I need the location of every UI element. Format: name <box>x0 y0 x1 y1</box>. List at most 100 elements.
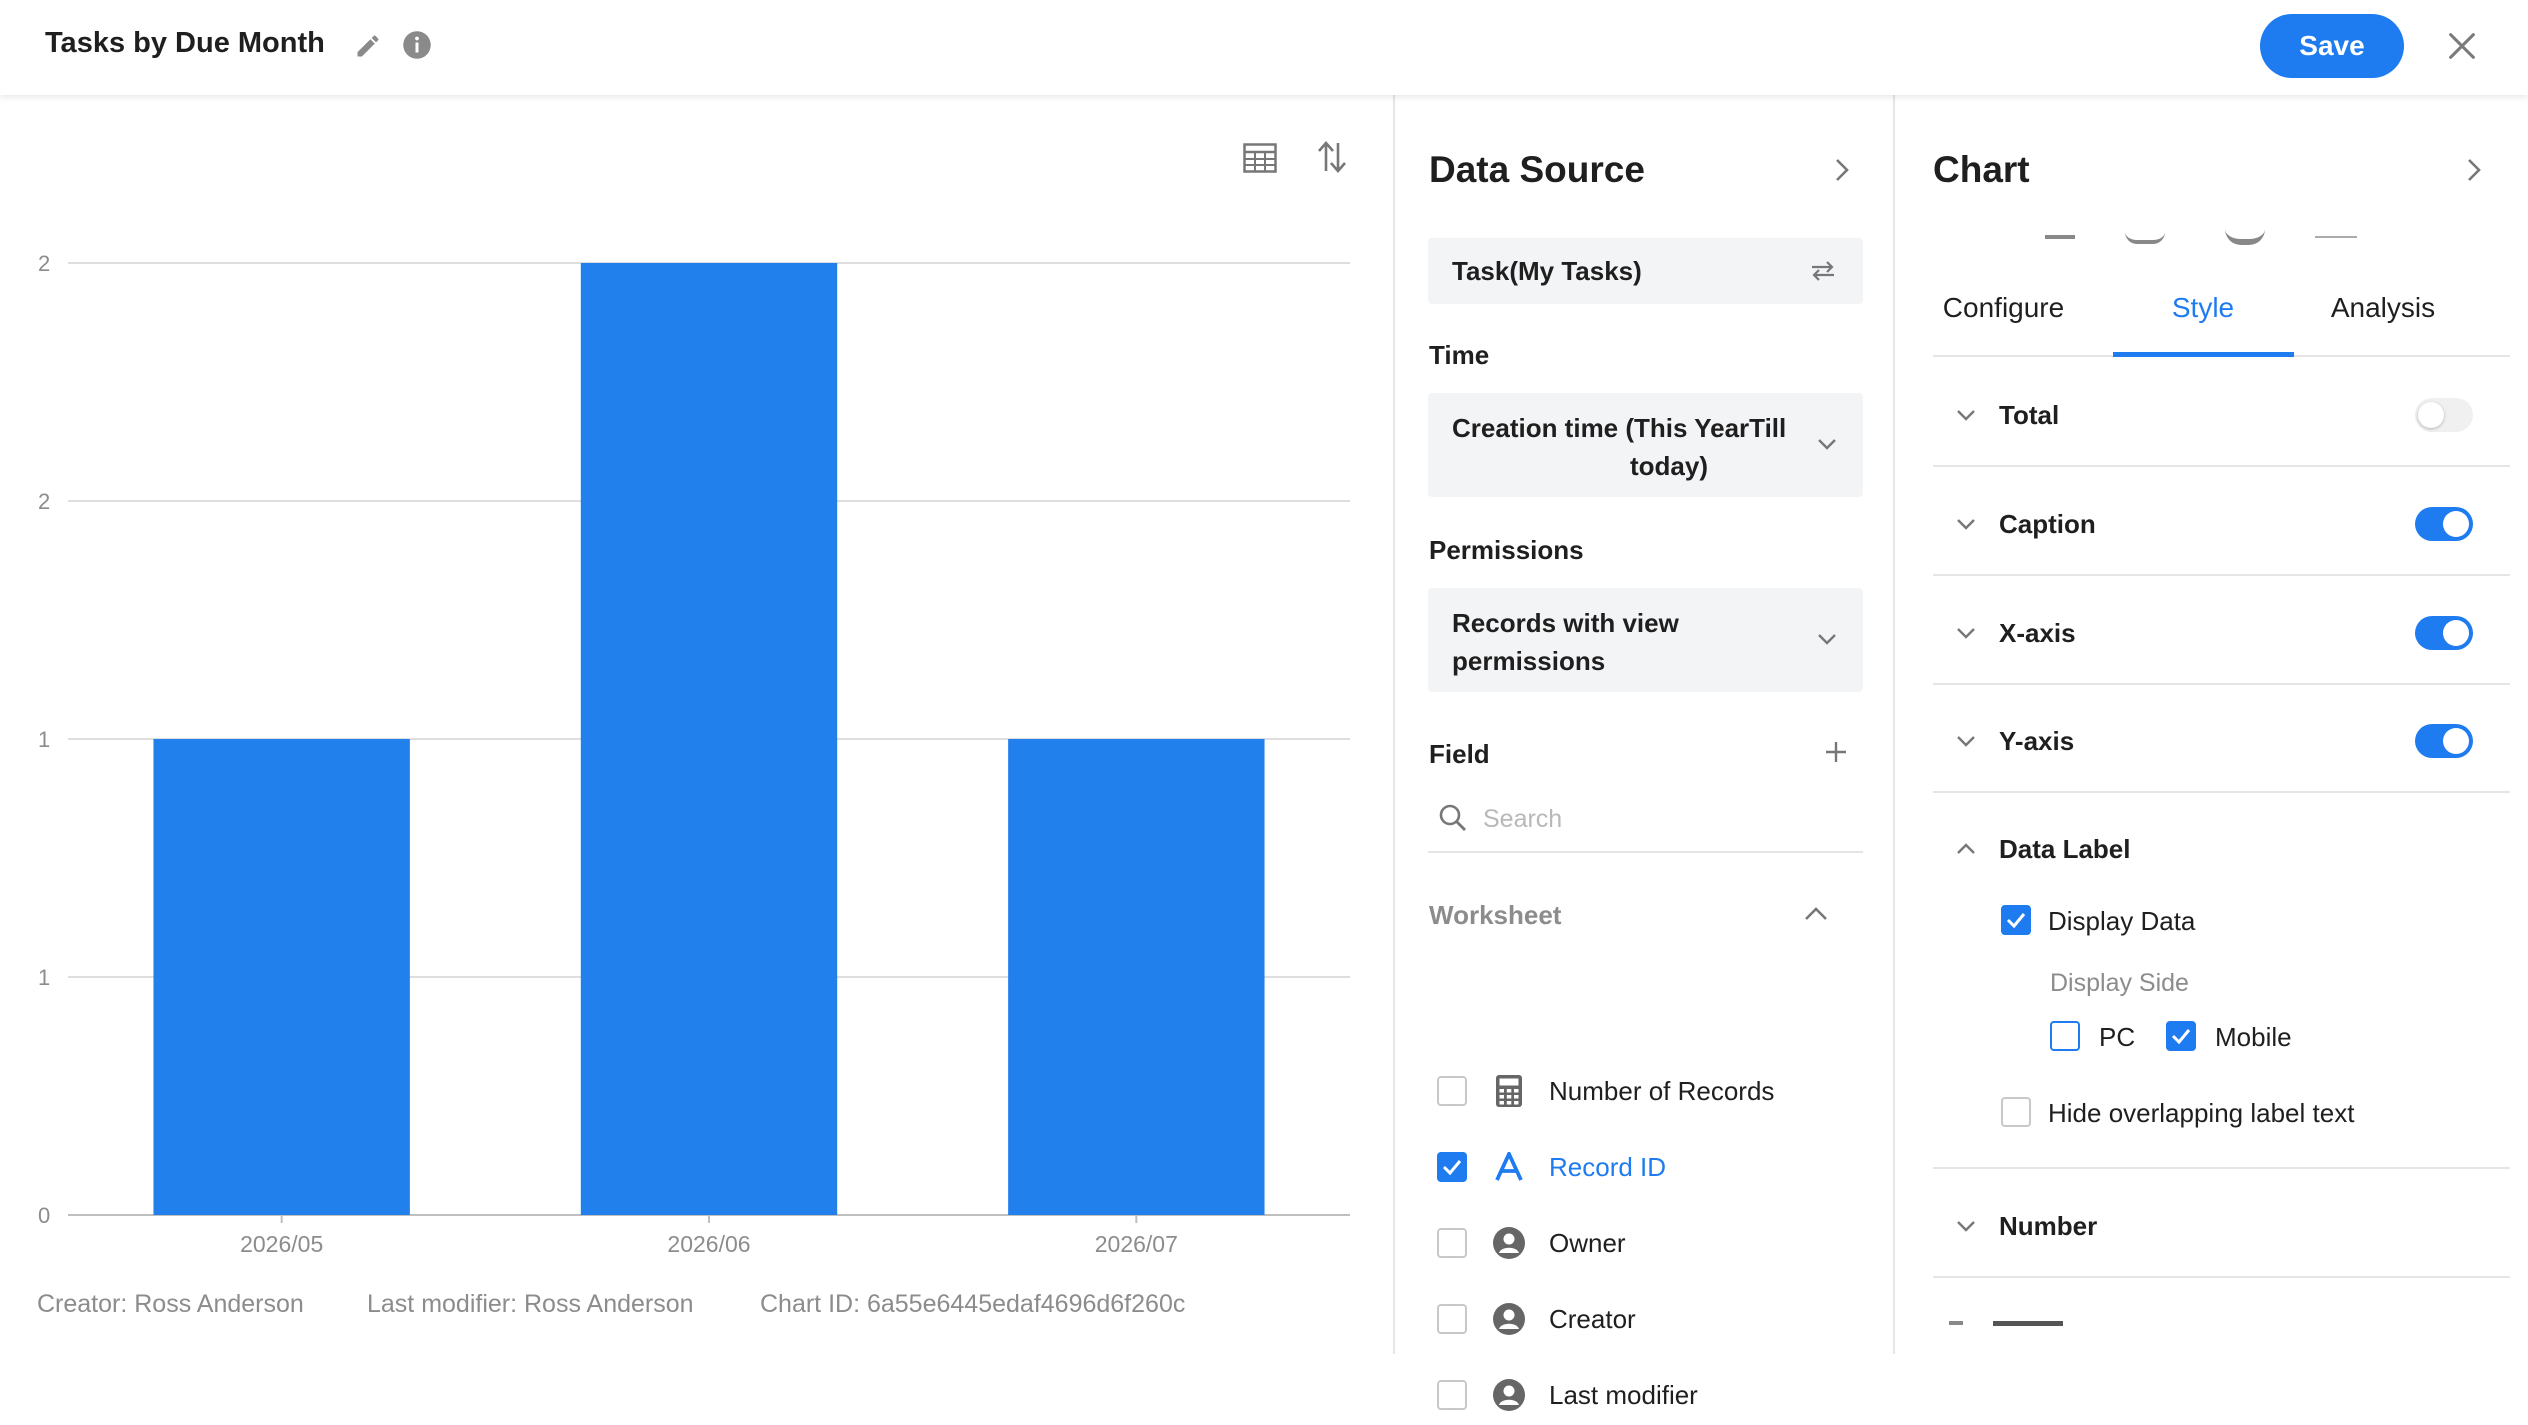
field-checkbox-checked[interactable] <box>1437 1152 1467 1182</box>
field-row[interactable]: Number of Records <box>1395 1061 1895 1121</box>
tab-style[interactable]: Style <box>2112 292 2294 324</box>
info-icon[interactable] <box>401 29 433 61</box>
field-checkbox[interactable] <box>1437 1304 1467 1334</box>
chevron-right-icon[interactable] <box>1827 155 1857 185</box>
chart-type-icon[interactable] <box>2315 236 2357 238</box>
section-divider <box>1933 465 2510 467</box>
section-caption[interactable]: Caption <box>1933 489 2510 569</box>
y-tick-label: 0 <box>38 1203 50 1228</box>
time-label: Time <box>1429 340 1490 370</box>
chart-type-icon[interactable] <box>2225 229 2265 245</box>
total-toggle[interactable] <box>2415 398 2473 432</box>
hide-overlap-checkbox[interactable] <box>2001 1097 2031 1127</box>
section-y-axis[interactable]: Y-axis <box>1933 706 2510 786</box>
y-axis-toggle[interactable] <box>2415 724 2473 758</box>
close-icon[interactable] <box>2442 26 2482 66</box>
top-bar: Tasks by Due Month Save <box>0 0 2528 95</box>
x-tick-label: 2026/07 <box>1095 1231 1178 1257</box>
worksheet-label: Worksheet <box>1429 900 1562 930</box>
chart-panel-title: Chart <box>1933 149 2030 190</box>
search-placeholder: Search <box>1483 805 1563 833</box>
chevron-down-icon[interactable] <box>1812 624 1842 654</box>
tab-analysis[interactable]: Analysis <box>2292 292 2474 324</box>
section-label: Number <box>1999 1211 2098 1241</box>
section-label: Caption <box>1999 509 2096 539</box>
section-label: Data Label <box>1999 834 2131 864</box>
chart-type-icon[interactable] <box>2045 235 2075 239</box>
time-selector[interactable]: Creation time (This YearTill today) <box>1428 393 1863 497</box>
user-icon <box>1491 1225 1527 1261</box>
field-checkbox[interactable] <box>1437 1380 1467 1410</box>
data-source-pane: Data Source Task(My Tasks) Time Creation… <box>1393 95 1895 1411</box>
display-side-label: Display Side <box>2050 969 2189 997</box>
chart-title: Tasks by Due Month <box>45 27 325 59</box>
data-source-title: Data Source <box>1429 149 1645 190</box>
plus-icon[interactable] <box>1819 735 1853 769</box>
bar <box>153 739 410 1215</box>
time-value-line1: Creation time (This YearTill <box>1452 413 1787 443</box>
pc-label: PC <box>2099 1022 2136 1052</box>
swap-icon[interactable] <box>1806 254 1840 288</box>
chevron-down-icon <box>1953 1213 1979 1239</box>
footer-chart-id: Chart ID: 6a55e6445edaf4696d6f260c <box>760 1290 1186 1318</box>
field-label: Creator <box>1549 1304 1636 1334</box>
field-label: Last modifier <box>1549 1380 1698 1410</box>
x-tick-label: 2026/05 <box>240 1231 323 1257</box>
pencil-icon[interactable] <box>352 30 384 62</box>
permissions-line1: Records with view <box>1452 608 1679 638</box>
y-tick-label: 2 <box>38 489 50 514</box>
calculator-icon <box>1491 1073 1527 1109</box>
chevron-up-icon <box>1953 836 1979 862</box>
field-label: Number of Records <box>1549 1076 1775 1106</box>
chevron-down-icon[interactable] <box>1812 429 1842 459</box>
user-icon <box>1491 1377 1527 1413</box>
chevron-down-icon <box>1953 620 1979 646</box>
save-button[interactable]: Save <box>2260 14 2404 78</box>
display-data-checkbox[interactable] <box>2001 905 2031 935</box>
y-tick-label: 1 <box>38 727 50 752</box>
x-tick-label: 2026/06 <box>667 1231 750 1257</box>
field-row[interactable]: Last modifier <box>1395 1365 1895 1425</box>
section-label: Total <box>1999 400 2060 430</box>
bar <box>1008 739 1265 1215</box>
chevron-right-icon[interactable] <box>2459 155 2489 185</box>
section-divider <box>1933 791 2510 793</box>
field-row[interactable]: Owner <box>1395 1213 1895 1273</box>
mobile-checkbox[interactable] <box>2166 1021 2196 1051</box>
permissions-selector[interactable]: Records with view permissions <box>1428 588 1863 692</box>
chevron-up-icon[interactable] <box>1799 897 1833 931</box>
section-divider <box>1933 574 2510 576</box>
footer-creator: Creator: Ross Anderson <box>37 1290 304 1318</box>
field-checkbox[interactable] <box>1437 1076 1467 1106</box>
field-search-input[interactable]: Search <box>1428 785 1863 853</box>
section-x-axis[interactable]: X-axis <box>1933 598 2510 678</box>
time-value-line2: today) <box>1630 451 1708 481</box>
text-a-icon <box>1491 1149 1527 1185</box>
x-axis-toggle[interactable] <box>2415 616 2473 650</box>
field-checkbox[interactable] <box>1437 1228 1467 1258</box>
pc-checkbox[interactable] <box>2050 1021 2080 1051</box>
y-tick-label: 1 <box>38 965 50 990</box>
section-data-label[interactable]: Data Label <box>1933 814 2510 894</box>
section-number[interactable]: Number <box>1933 1191 2510 1271</box>
section-divider <box>1933 683 2510 685</box>
tab-configure[interactable]: Configure <box>1921 292 2086 324</box>
active-tab-indicator <box>2113 352 2294 357</box>
bar <box>580 263 838 1215</box>
chevron-down-icon <box>1953 511 1979 537</box>
source-selector[interactable]: Task(My Tasks) <box>1428 238 1863 304</box>
field-row[interactable]: Record ID <box>1395 1137 1895 1197</box>
section-divider <box>1933 1167 2510 1169</box>
field-row[interactable]: Creator <box>1395 1289 1895 1349</box>
chart-type-icon[interactable] <box>2125 232 2165 244</box>
field-label: Owner <box>1549 1228 1626 1258</box>
hide-overlap-label: Hide overlapping label text <box>2048 1098 2355 1128</box>
bar-chart: 0 1 1 2 2 2026/05 2026/06 2026/07 <box>38 251 1350 1257</box>
permissions-line2: permissions <box>1452 646 1606 676</box>
field-label: Field <box>1429 739 1490 769</box>
section-total[interactable]: Total <box>1933 380 2510 460</box>
display-data-label: Display Data <box>2048 906 2196 936</box>
chevron-down-icon <box>1953 402 1979 428</box>
footer-modifier: Last modifier: Ross Anderson <box>367 1290 694 1318</box>
caption-toggle[interactable] <box>2415 507 2473 541</box>
